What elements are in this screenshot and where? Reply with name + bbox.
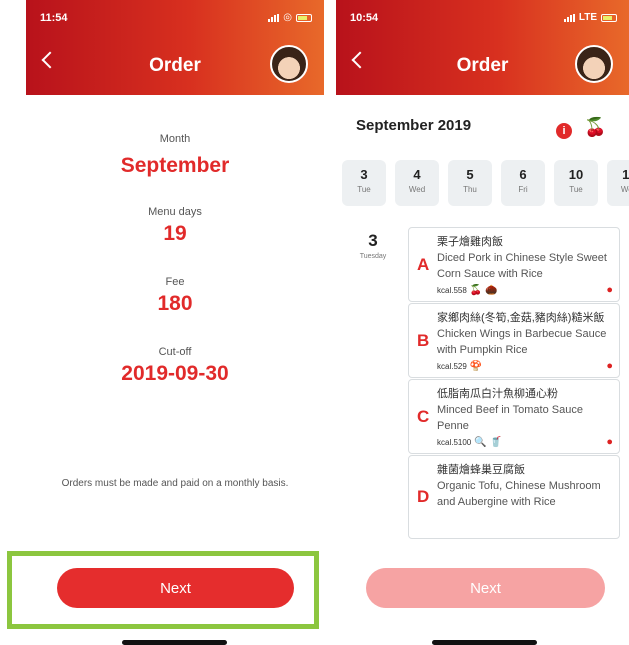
status-indicators: LTE — [563, 12, 617, 23]
menu-letter: A — [417, 254, 430, 274]
signal-icon — [563, 13, 575, 22]
menu-days-label: Menu days — [148, 206, 202, 218]
cherry-icon: 🍒 — [469, 285, 483, 296]
battery-icon — [296, 13, 312, 22]
day-tab[interactable]: 4 Wed — [395, 160, 439, 206]
next-button[interactable]: Next — [57, 568, 294, 608]
header-bar: 10:54 LTE Order — [336, 0, 629, 95]
menu-name-english: Chicken Wings in Barbecue Sauce with Pum… — [437, 328, 607, 356]
status-indicators: ◎ — [268, 12, 312, 23]
network-type: LTE — [578, 12, 597, 23]
month-value: September — [120, 154, 230, 177]
menu-letter: C — [417, 406, 430, 426]
month-label: Month — [159, 133, 191, 145]
menu-option-b[interactable]: B 家鄉肉絲(冬筍,金菇,豬肉絲)糙米飯 Chicken Wings in Ba… — [408, 303, 620, 378]
selected-day-name: Tuesday — [359, 253, 387, 260]
day-tab[interactable]: 5 Thu — [448, 160, 492, 206]
menu-name-english: Diced Pork in Chinese Style Sweet Corn S… — [437, 252, 607, 280]
selected-day-number: 3 — [368, 231, 378, 250]
wifi-icon: ◎ — [283, 12, 292, 23]
menu-days-value: 19 — [163, 222, 187, 245]
menu-kcal: kcal.558 🍒 🌰 — [437, 285, 609, 296]
day-tab[interactable]: 10 Tue — [554, 160, 598, 206]
day-tab[interactable]: 11 Wed — [607, 160, 629, 206]
day-tab[interactable]: 3 Tue — [342, 160, 386, 206]
day-number: 10 — [568, 167, 584, 182]
menu-name-english: Organic Tofu, Chinese Mushroom and Auber… — [437, 480, 601, 508]
menu-option-a[interactable]: A 栗子燴雞肉飯 Diced Pork in Chinese Style Swe… — [408, 227, 620, 302]
menu-list: A 栗子燴雞肉飯 Diced Pork in Chinese Style Swe… — [408, 227, 620, 540]
day-name: Wed — [620, 185, 629, 194]
menu-kcal: kcal.529 🍄 — [437, 361, 609, 372]
mushroom-icon: 🍄 — [469, 361, 483, 372]
battery-icon — [601, 13, 617, 22]
menu-option-d[interactable]: D 雜菌燴蜂巢豆腐飯 Organic Tofu, Chinese Mushroo… — [408, 455, 620, 539]
order-summary: Month September Menu days 19 Fee 180 Cut… — [26, 133, 324, 386]
acorn-icon: 🌰 — [485, 285, 498, 296]
fee-label: Fee — [165, 276, 185, 288]
order-menu-screen: 10:54 LTE Order September 2019 i 🍒 3 Tue… — [336, 0, 629, 645]
menu-name-english: Minced Beef in Tomato Sauce Penne — [437, 404, 583, 432]
drink-icon: 🥤 — [489, 437, 503, 448]
status-time: 10:54 — [350, 12, 379, 24]
menu-letter: D — [417, 487, 430, 506]
avatar[interactable] — [270, 45, 308, 83]
cutoff-label: Cut-off — [158, 346, 192, 358]
menu-option-c[interactable]: C 低脂南瓜白汁魚柳通心粉 Minced Beef in Tomato Sauc… — [408, 379, 620, 454]
day-name: Wed — [408, 185, 426, 194]
day-number: 3 — [360, 167, 368, 182]
day-number: 4 — [413, 167, 421, 182]
kcal-value: kcal.529 — [437, 362, 467, 371]
day-name: Thu — [463, 185, 477, 194]
signal-icon — [268, 13, 280, 22]
avatar[interactable] — [575, 45, 613, 83]
menu-kcal: kcal.5100 🔍 🥤 — [437, 437, 609, 448]
apple-icon: ● — [606, 436, 613, 448]
menu-name-chinese: 栗子燴雞肉飯 — [437, 236, 503, 248]
home-indicator — [122, 640, 227, 645]
order-summary-screen: 11:54 ◎ Order Month September Menu days … — [26, 0, 324, 645]
kcal-value: kcal.558 — [437, 286, 467, 295]
apple-icon: ● — [606, 284, 613, 296]
month-heading: September 2019 — [356, 117, 472, 134]
home-indicator — [432, 640, 537, 645]
magnifier-icon: 🔍 — [474, 437, 487, 448]
status-time: 11:54 — [40, 12, 68, 24]
menu-name-chinese: 家鄉肉絲(冬筍,金菇,豬肉絲)糙米飯 — [437, 312, 605, 324]
day-name: Tue — [357, 185, 371, 194]
menu-name-chinese: 雜菌燴蜂巢豆腐飯 — [437, 464, 525, 476]
day-tab[interactable]: 6 Fri — [501, 160, 545, 206]
payment-note: Orders must be made and paid on a monthl… — [61, 478, 289, 489]
day-name: Tue — [569, 185, 583, 194]
cutoff-value: 2019-09-30 — [121, 362, 229, 385]
info-icon[interactable]: i — [556, 123, 572, 139]
next-button-disabled[interactable]: Next — [366, 568, 605, 608]
menu-letter: B — [417, 330, 430, 350]
fee-value: 180 — [157, 292, 193, 315]
selected-day: 3 Tuesday — [358, 231, 388, 260]
day-name: Fri — [518, 185, 528, 194]
day-number: 5 — [466, 167, 474, 182]
header-bar: 11:54 ◎ Order — [26, 0, 324, 95]
apple-icon: ● — [606, 360, 613, 372]
day-number: 6 — [519, 167, 527, 182]
day-number: 11 — [622, 167, 629, 182]
kcal-value: kcal.5100 — [437, 438, 472, 447]
diet-filter-icon[interactable]: 🍒 — [584, 117, 606, 138]
day-tabs: 3 Tue 4 Wed 5 Thu 6 Fri 10 Tue 11 Wed — [342, 160, 629, 206]
menu-name-chinese: 低脂南瓜白汁魚柳通心粉 — [437, 388, 558, 400]
